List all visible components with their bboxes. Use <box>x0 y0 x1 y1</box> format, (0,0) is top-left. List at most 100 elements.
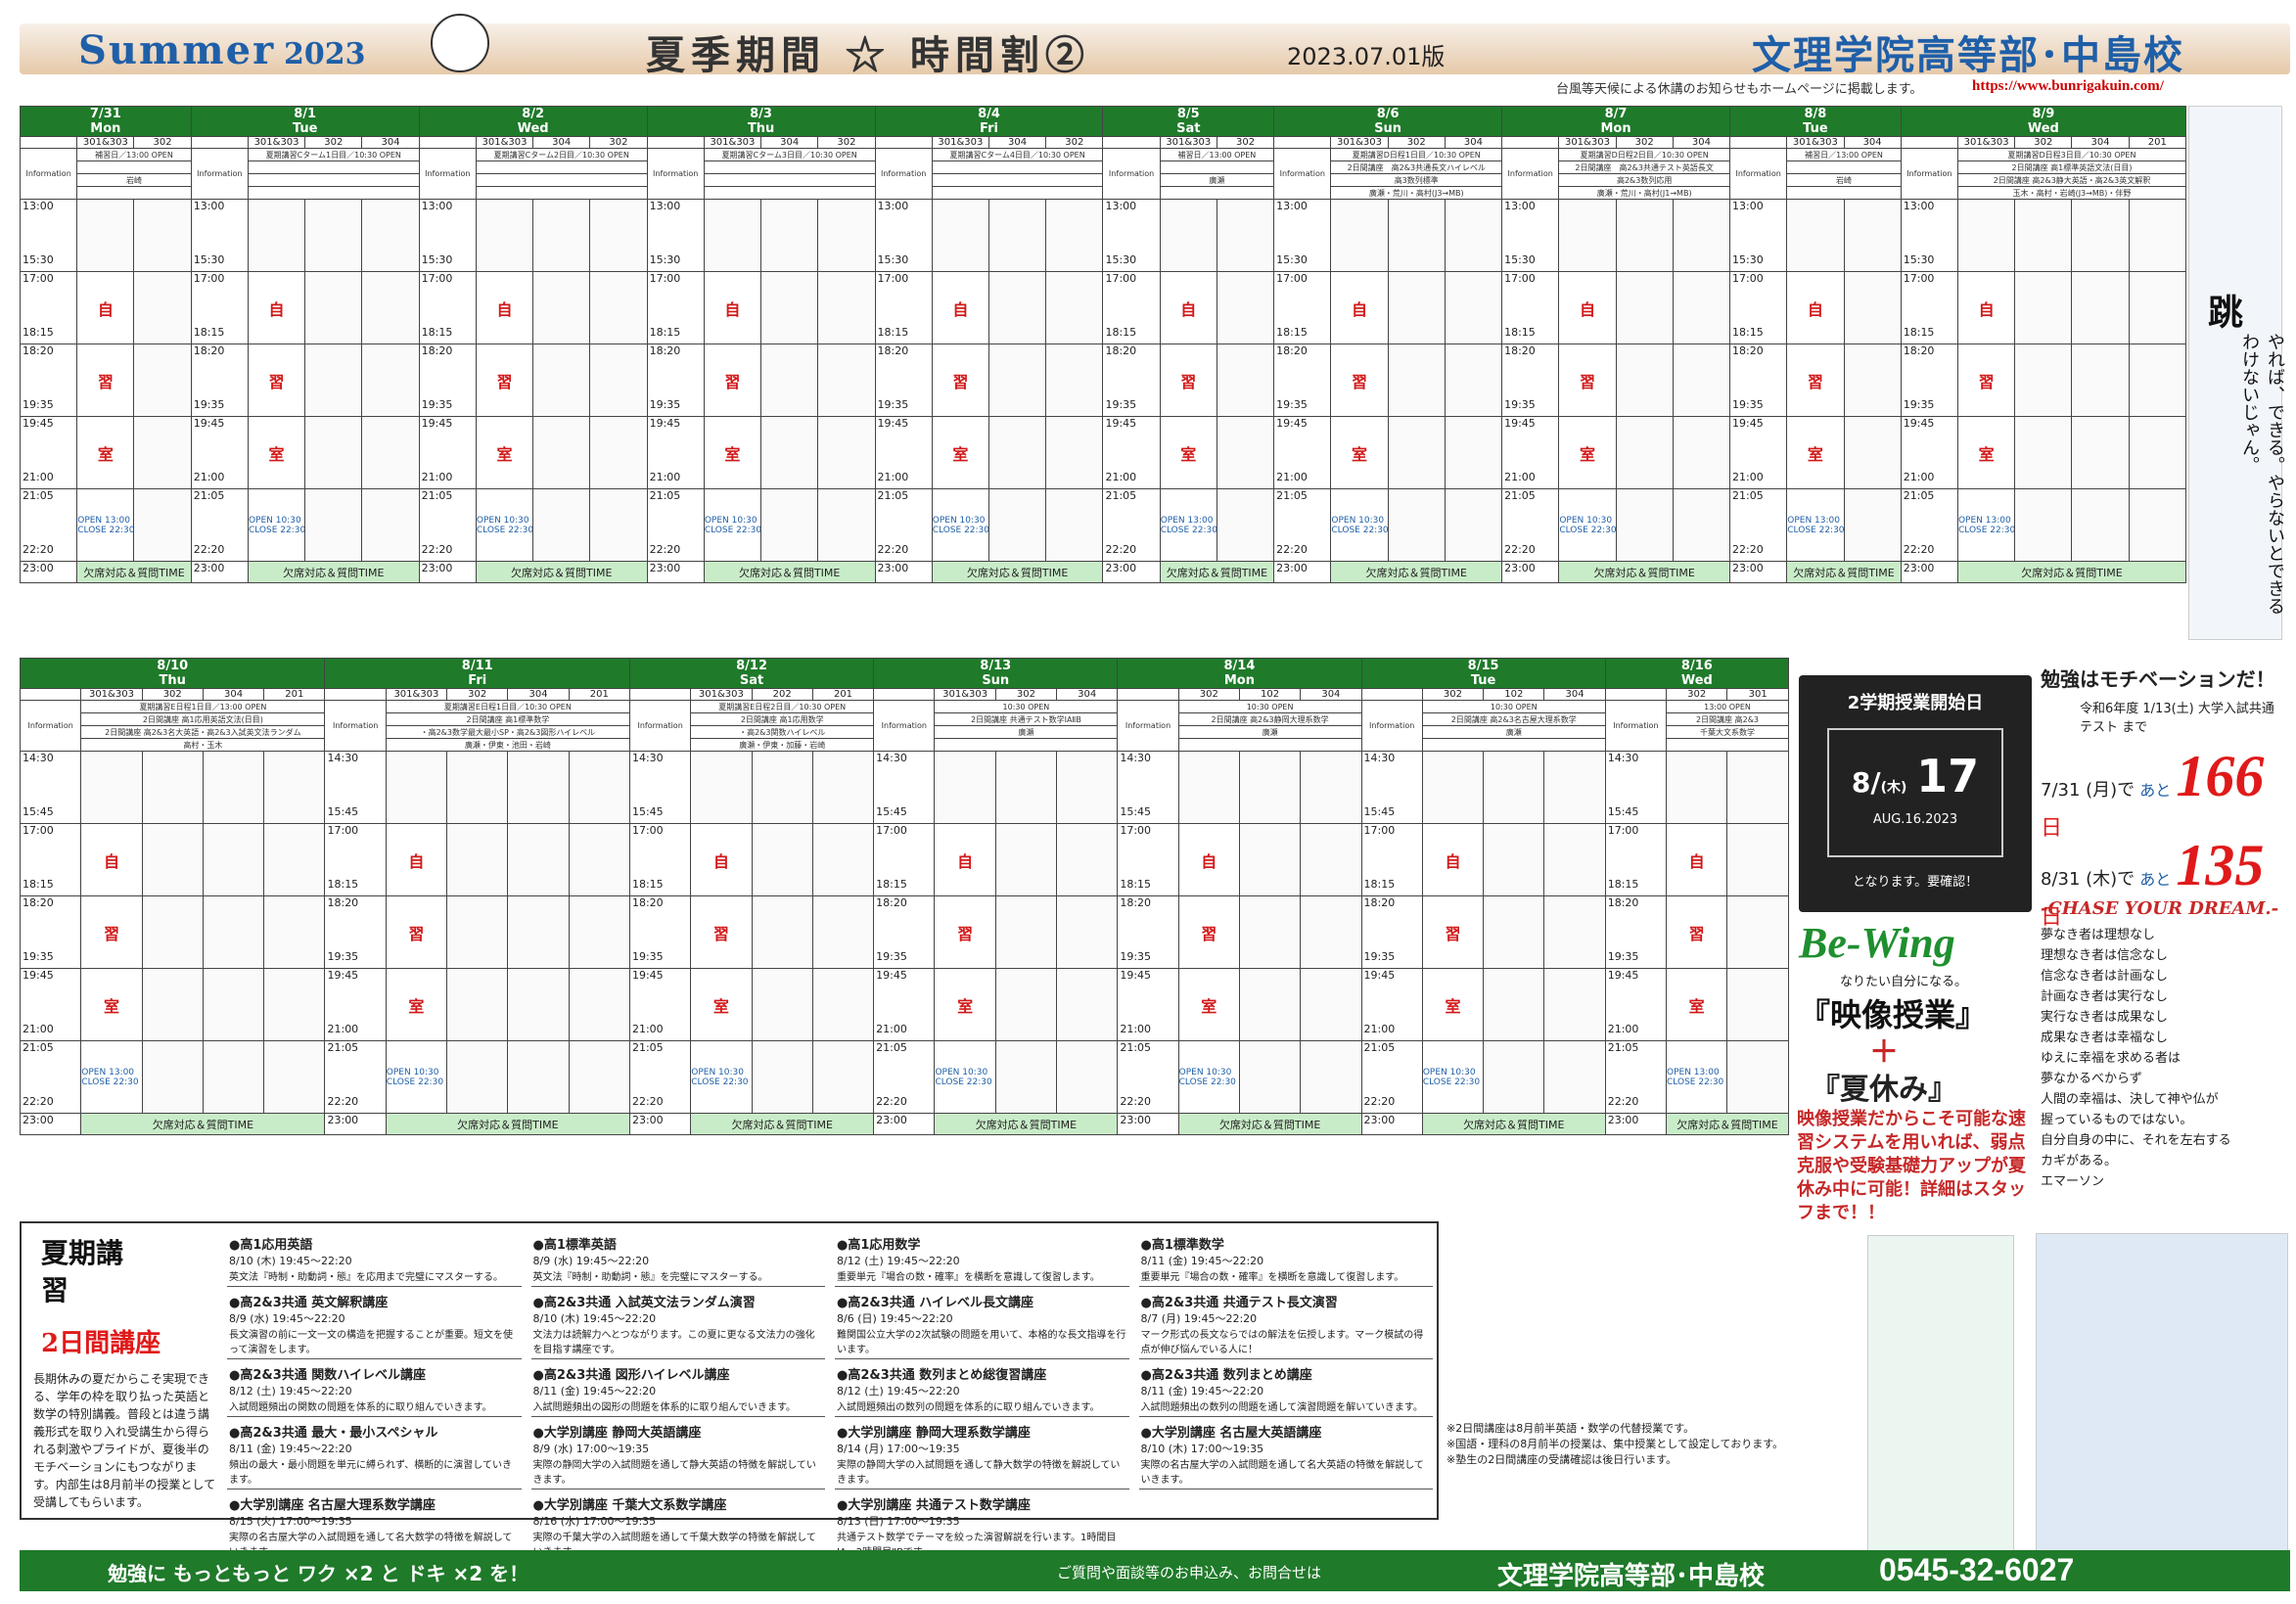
study-room-label: 自 <box>1558 271 1617 344</box>
time-end: 15:30 <box>1504 253 1536 266</box>
time-cell: 18:20 19:35 <box>646 344 705 417</box>
slot <box>1238 751 1302 824</box>
chase-line: 夢なき者は理想なし <box>2041 928 2156 942</box>
time-start: 19:45 <box>1732 417 1764 431</box>
kaki-desc: 長期休みの夏だからこそ実現できる、学年の枠を取り払った英語と数学の特別講義。普段… <box>33 1372 216 1509</box>
study-room-label: 自 <box>76 271 135 344</box>
time-end: 19:35 <box>1363 950 1396 963</box>
room-label: 304 <box>987 136 1047 149</box>
slot <box>1786 199 1845 272</box>
room-label: 304 <box>1300 688 1362 701</box>
time-end: 18:15 <box>327 878 359 891</box>
info-line <box>703 173 876 187</box>
slot <box>532 344 591 417</box>
room-label: 302 <box>446 688 509 701</box>
lecture-name: ●高2&3共通 図形ハイレベル講座 <box>532 1368 730 1383</box>
lecture-date: 8/12 (土) 19:45〜22:20 <box>837 1385 960 1398</box>
lecture-item: ●高2&3共通 関数ハイレベル講座 8/12 (土) 19:45〜22:20 入試問… <box>227 1361 522 1417</box>
info-label: Information <box>1501 148 1560 200</box>
time-end: 15:30 <box>23 253 54 266</box>
time-cell: 13:00 15:30 <box>418 199 477 272</box>
slot <box>1672 271 1731 344</box>
dow-label: Tue <box>1470 673 1496 688</box>
absence-time: 欠席対応＆質問TIME <box>1159 561 1275 583</box>
time-cell: 17:00 18:15 <box>1117 823 1179 896</box>
time-end: 21:00 <box>1903 471 1935 483</box>
footer-phone[interactable]: 0545-32-6027 <box>1879 1552 2074 1588</box>
time-cell: 21:05 22:20 <box>873 1040 936 1114</box>
slot <box>1843 344 1902 417</box>
slot: OPEN 10:30 CLOSE 22:30 <box>934 1040 996 1114</box>
slot <box>931 199 989 272</box>
lecture-item: ●大学別講座 静岡大英語講座 8/9 (水) 17:00〜19:35 実際の静岡大学… <box>530 1419 825 1489</box>
lecture-name: ●高2&3共通 数列まとめ総復習講座 <box>837 1368 1047 1383</box>
chase-title: -CHASE YOUR DREAM.- <box>2041 898 2279 919</box>
time-end: 22:20 <box>631 1095 664 1108</box>
time-end: 19:35 <box>877 398 909 411</box>
day-header: 8/1 Tue <box>190 106 420 137</box>
time-end: 19:35 <box>649 398 681 411</box>
info-label: Information <box>1604 700 1668 752</box>
time-start: 23:00 <box>1504 562 1536 575</box>
study-room-label: 習 <box>931 344 989 417</box>
time-cell: 18:20 19:35 <box>1729 344 1788 417</box>
website-link[interactable]: https://www.bunrigakuin.com/ <box>1972 78 2164 95</box>
slot <box>1615 344 1674 417</box>
time-cell: 14:30 15:45 <box>324 751 387 824</box>
time-start: 19:45 <box>877 417 909 431</box>
room-label: 201 <box>2128 136 2187 149</box>
slot <box>760 344 819 417</box>
time-start: 18:20 <box>1607 896 1639 910</box>
room-label: 304 <box>2071 136 2130 149</box>
time-start: 17:00 <box>631 824 664 838</box>
time-end: 19:35 <box>1607 950 1639 963</box>
time-cell: 18:20 19:35 <box>1102 344 1161 417</box>
study-room-label: 習 <box>690 895 753 969</box>
time-cell: 14:30 15:45 <box>1604 751 1668 824</box>
time-col <box>1604 688 1668 701</box>
kaki-title: 夏期講習 <box>41 1237 124 1306</box>
slot <box>1300 823 1362 896</box>
time-cell: 23:00 <box>324 1113 387 1135</box>
time-start: 17:00 <box>193 272 225 286</box>
slot <box>994 823 1058 896</box>
time-start: 21:05 <box>876 1041 907 1055</box>
slot <box>263 1040 326 1114</box>
room-label: 304 <box>1444 136 1503 149</box>
lecture-date: 8/11 (金) 19:45〜22:20 <box>1140 1385 1264 1398</box>
open-time: OPEN 10:30 <box>935 1067 988 1077</box>
time-start: 13:00 <box>23 200 54 213</box>
time-cell: 19:45 21:00 <box>324 968 387 1041</box>
slot <box>1726 895 1789 969</box>
room-label: 201 <box>263 688 326 701</box>
slot <box>1843 199 1902 272</box>
date-label: 8/7 <box>1604 107 1628 122</box>
time-end: 21:00 <box>649 471 681 483</box>
time-start: 17:00 <box>1120 824 1152 838</box>
time-start: 17:00 <box>421 272 453 286</box>
time-cell: 13:00 15:30 <box>646 199 705 272</box>
time-end: 19:35 <box>1105 398 1137 411</box>
twoday-title: 2日間講座 <box>41 1329 161 1358</box>
slot <box>987 344 1047 417</box>
time-start: 18:20 <box>421 344 453 358</box>
slot <box>987 416 1047 489</box>
time-col <box>873 688 936 701</box>
time-cell: 23:00 <box>1729 561 1788 583</box>
time-start: 23:00 <box>23 562 54 575</box>
room-label: 102 <box>1483 688 1545 701</box>
dow-label: Wed <box>1680 673 1713 688</box>
info-line: 廣瀬・伊東・加藤・岩崎 <box>690 738 875 752</box>
time-end: 22:20 <box>1363 1095 1396 1108</box>
dow-label: Wed <box>517 121 549 136</box>
open-time: OPEN 10:30 <box>1331 515 1385 526</box>
time-cell: 21:05 22:20 <box>874 488 933 562</box>
day-header: 8/2 Wed <box>418 106 648 137</box>
time-start: 13:00 <box>1504 200 1536 213</box>
time-cell: 21:05 22:20 <box>1604 1040 1668 1114</box>
lecture-item: ●高2&3共通 図形ハイレベル講座 8/11 (金) 19:45〜22:20 入試問… <box>530 1361 825 1417</box>
day-header: 8/7 Mon <box>1501 106 1731 137</box>
slot <box>1300 968 1362 1041</box>
slot <box>532 416 591 489</box>
time-cell: 17:00 18:15 <box>1604 823 1668 896</box>
